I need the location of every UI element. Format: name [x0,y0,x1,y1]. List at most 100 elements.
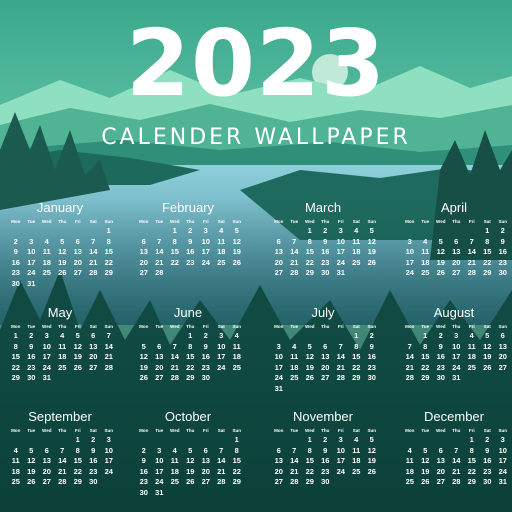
day-blank [39,435,55,446]
day-cell: 26 [27,477,36,486]
day-cell: 14 [104,341,113,351]
day-cell: 11 [42,247,51,256]
day-cell: 10 [405,247,414,256]
day-cell: 9 [13,247,18,256]
day-blank [333,331,349,342]
day-cell: 28 [452,477,461,486]
day-blank [39,226,55,237]
day-blank [287,331,303,342]
day-cell: 4 [219,226,224,235]
day-cell: 6 [276,445,281,455]
day-cell: 15 [352,352,361,361]
day-cell: 1 [13,331,18,340]
day-cell: 5 [369,226,374,235]
day-cell: 6 [500,331,505,340]
day-cell: 1 [423,331,428,340]
day-cell: 5 [75,331,80,340]
weekday-header: Sun [367,324,377,329]
day-cell: 16 [498,247,507,256]
day-cell: 5 [234,226,239,235]
day-cell: 17 [498,456,507,465]
day-cell: 22 [170,257,179,267]
day-cell: 27 [452,268,461,277]
day-cell: 20 [321,362,330,372]
day-cell: 14 [58,456,67,465]
day-cell: 30 [27,373,36,382]
day-cell: 24 [42,362,51,372]
day-cell: 10 [104,445,113,455]
day-blank [402,331,418,342]
day-cell: 27 [73,268,82,277]
year-title: 2023 [125,10,387,117]
weekday-header: Tue [155,324,164,329]
weekday-header: Fri [202,219,209,224]
day-cell: 1 [234,435,239,444]
day-cell: 16 [321,456,330,465]
day-cell: 20 [42,466,51,476]
day-cell: 8 [307,236,312,246]
day-cell: 7 [292,445,297,455]
day-cell: 16 [436,352,445,361]
weekday-header: Mon [405,219,415,224]
day-cell: 21 [58,466,67,476]
day-blank [271,226,287,237]
day-cell: 3 [219,331,224,340]
weekday-header: Sat [217,428,225,433]
day-cell: 14 [155,247,164,256]
day-cell: 7 [219,445,224,455]
month-name: November [293,409,353,424]
day-cell: 29 [305,268,314,277]
day-cell: 23 [27,362,36,372]
month-name: April [440,200,467,215]
day-blank [402,226,418,237]
day-cell: 17 [104,456,113,465]
day-cell: 15 [73,456,82,465]
day-cell: 25 [11,477,20,486]
day-cell: 12 [73,341,82,351]
day-cell: 30 [483,477,492,486]
day-cell: 8 [75,445,80,455]
day-cell: 23 [186,257,195,267]
day-cell: 30 [201,373,210,382]
day-cell: 6 [91,331,96,340]
day-cell: 21 [89,257,98,267]
day-cell: 26 [139,373,148,382]
day-cell: 12 [232,236,241,246]
day-cell: 23 [11,268,20,277]
day-cell: 26 [367,257,376,267]
day-cell: 24 [155,477,164,486]
day-cell: 28 [155,268,164,277]
day-grid: Mon Tue Wed Thu Fri Sat Sun 1 2 3 4 5 6 7 8 9 10 11 12 13 14… [2,218,118,289]
day-grid: Mon Tue Wed Thu Fri Sat Sun 1 2 3 4 5 6 7 8 9 10 11 12 13 14… [2,323,118,384]
day-cell: 14 [290,456,299,465]
day-cell: 12 [186,456,195,465]
day-cell: 16 [89,456,98,465]
day-cell: 19 [186,466,195,476]
day-cell: 3 [157,445,162,455]
day-cell: 1 [188,331,193,340]
weekday-header: Sun [498,428,508,433]
weekday-header: Mon [274,428,284,433]
weekday-header: Wed [170,324,180,329]
day-cell: 3 [106,435,111,444]
weekday-header: Fri [468,428,475,433]
day-cell: 18 [352,247,361,256]
day-cell: 19 [483,352,492,361]
day-cell: 9 [500,236,505,246]
day-cell: 19 [421,466,430,476]
day-cell: 21 [290,257,299,267]
day-cell: 25 [290,373,299,382]
day-cell: 17 [336,456,345,465]
month-name: June [173,305,203,320]
day-cell: 15 [305,247,314,256]
day-cell: 15 [305,456,314,465]
day-cell: 4 [234,331,239,340]
weekday-header: Sat [352,428,360,433]
day-cell: 16 [27,352,36,361]
day-cell: 22 [73,466,82,476]
day-cell: 13 [73,247,82,256]
month-august: August Mon Tue Wed Thu Fri Sat Sun 1 2 3 4 5 6 7 8 9 10 11… [396,305,512,384]
day-cell: 19 [436,257,445,267]
day-cell: 4 [60,331,65,340]
day-cell: 24 [27,268,36,277]
